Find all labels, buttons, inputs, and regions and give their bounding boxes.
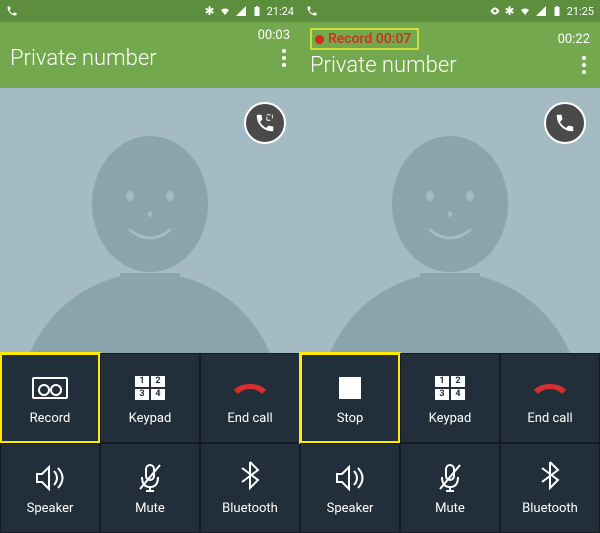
- speaker-icon: [35, 464, 65, 492]
- mute-button[interactable]: Mute: [100, 443, 200, 533]
- phone-screen-left: ✱ 21:24 00:03 Private number: [0, 0, 300, 533]
- stop-icon: [339, 377, 361, 399]
- stop-button-label: Stop: [337, 411, 364, 426]
- stop-button[interactable]: Stop: [300, 353, 400, 443]
- call-header: Record 00:07 00:22 Private number: [300, 22, 600, 88]
- add-call-button[interactable]: [544, 102, 586, 144]
- speaker-button-label: Speaker: [327, 501, 374, 516]
- status-time: 21:25: [567, 5, 594, 18]
- keypad-button-label: Keypad: [129, 411, 172, 426]
- caller-name: Private number: [10, 46, 157, 71]
- mute-icon: [137, 463, 163, 493]
- bluetooth-button[interactable]: Bluetooth: [500, 443, 600, 533]
- wifi-icon: [219, 5, 231, 17]
- wifi-icon: [519, 5, 531, 17]
- battery-icon: [251, 5, 263, 17]
- recording-label: Record 00:07: [328, 31, 411, 47]
- speaker-button[interactable]: Speaker: [0, 443, 100, 533]
- mute-button-label: Mute: [135, 501, 165, 516]
- bluetooth-status-icon: ✱: [205, 4, 215, 18]
- bluetooth-icon: [540, 460, 560, 495]
- bluetooth-icon: [240, 460, 260, 495]
- mute-button-label: Mute: [435, 501, 465, 516]
- more-options-button[interactable]: [278, 45, 290, 71]
- recording-indicator: Record 00:07: [310, 28, 419, 50]
- keypad-button[interactable]: 1234 Keypad: [100, 353, 200, 443]
- end-call-button-label: End call: [527, 411, 572, 426]
- call-controls: Stop 1234 Keypad End call: [300, 353, 600, 533]
- speaker-button-label: Speaker: [27, 501, 74, 516]
- call-header: 00:03 Private number: [0, 22, 300, 88]
- add-call-button[interactable]: [244, 102, 286, 144]
- keypad-button[interactable]: 1234 Keypad: [400, 353, 500, 443]
- avatar-placeholder-icon: [386, 126, 514, 274]
- call-duration: 00:22: [558, 32, 590, 47]
- signal-icon: [535, 5, 547, 17]
- record-dot-icon: [315, 35, 324, 44]
- phone-screen-right: ✱ 21:25 Record 00:07 00:22 Private numbe…: [300, 0, 600, 533]
- bluetooth-button-label: Bluetooth: [222, 501, 278, 516]
- call-controls: Record 1234 Keypad End call: [0, 353, 300, 533]
- status-time: 21:24: [267, 5, 294, 18]
- end-call-icon: [530, 378, 570, 398]
- eye-icon: [489, 5, 501, 17]
- phone-icon: [306, 5, 318, 17]
- contact-avatar: [0, 88, 300, 353]
- signal-icon: [235, 5, 247, 17]
- status-bar: ✱ 21:25: [300, 0, 600, 22]
- keypad-button-label: Keypad: [429, 411, 472, 426]
- call-duration: 00:03: [258, 28, 290, 43]
- more-options-button[interactable]: [578, 52, 590, 78]
- record-button-label: Record: [30, 411, 71, 426]
- phone-with-arrows-icon: [254, 112, 276, 134]
- battery-icon: [551, 5, 563, 17]
- end-call-button[interactable]: End call: [200, 353, 300, 443]
- status-bar: ✱ 21:24: [0, 0, 300, 22]
- keypad-icon: 1234: [435, 376, 465, 400]
- mute-icon: [437, 463, 463, 493]
- speaker-icon: [335, 464, 365, 492]
- bluetooth-button-label: Bluetooth: [522, 501, 578, 516]
- caller-name: Private number: [310, 53, 457, 78]
- bluetooth-status-icon: ✱: [505, 4, 515, 18]
- speaker-button[interactable]: Speaker: [300, 443, 400, 533]
- end-call-button[interactable]: End call: [500, 353, 600, 443]
- bluetooth-button[interactable]: Bluetooth: [200, 443, 300, 533]
- end-call-button-label: End call: [227, 411, 272, 426]
- mute-button[interactable]: Mute: [400, 443, 500, 533]
- cassette-icon: [32, 377, 68, 399]
- contact-avatar: [300, 88, 600, 353]
- keypad-icon: 1234: [135, 376, 165, 400]
- record-button[interactable]: Record: [0, 353, 100, 443]
- end-call-icon: [230, 378, 270, 398]
- avatar-placeholder-icon: [86, 126, 214, 274]
- phone-icon: [6, 5, 18, 17]
- phone-with-arrows-icon: [554, 112, 576, 134]
